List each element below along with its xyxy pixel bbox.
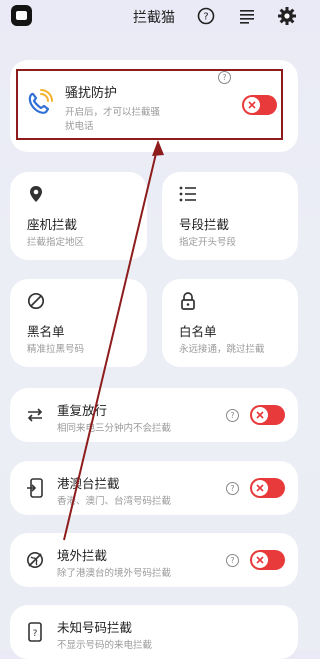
location-pin-icon (26, 184, 46, 204)
help-icon[interactable]: ? (195, 5, 217, 27)
phone-unknown-icon: ? (24, 621, 46, 643)
overseas-row[interactable]: 境外拦截 除了港澳台的境外号码拦截 ? (10, 533, 298, 587)
gear-icon[interactable] (276, 5, 298, 27)
grid-desc: 指定开头号段 (179, 237, 237, 248)
lock-icon (178, 291, 198, 311)
phone-in-icon (24, 477, 46, 499)
row-title: 未知号码拦截 (57, 620, 133, 635)
grid-desc: 永远接通，跳过拦截 (179, 344, 265, 355)
number-segment-card[interactable]: 号段拦截 指定开头号段 (162, 172, 298, 260)
grid-desc: 精准拉黑号码 (27, 344, 85, 355)
close-icon (252, 407, 268, 423)
grid-title: 座机拦截 (27, 217, 78, 232)
row-title: 港澳台拦截 (57, 476, 120, 491)
svg-text:?: ? (203, 12, 208, 23)
row-title: 重复放行 (57, 403, 108, 418)
landline-block-card[interactable]: 座机拦截 拦截指定地区 (10, 172, 147, 260)
row-desc: 香港、澳门、台湾号码拦截 (57, 496, 172, 507)
globe-off-icon (24, 549, 46, 571)
list-icon[interactable] (236, 5, 258, 27)
annotation-highlight-box (16, 69, 283, 140)
grid-title: 黑名单 (27, 324, 65, 339)
list-icon (178, 184, 198, 204)
whitelist-card[interactable]: 白名单 永远接通，跳过拦截 (162, 279, 298, 367)
repeat-icon (24, 404, 46, 426)
row-desc: 不显示号码的来电拦截 (57, 640, 153, 651)
repeat-allow-row[interactable]: 重复放行 相同来电三分钟内不会拦截 ? (10, 388, 298, 442)
unknown-number-row[interactable]: ? 未知号码拦截 不显示号码的来电拦截 (10, 605, 298, 659)
hk-macao-tw-row[interactable]: 港澳台拦截 香港、澳门、台湾号码拦截 ? (10, 461, 298, 515)
app-title: 拦截猫 (133, 10, 175, 26)
svg-text:?: ? (33, 629, 38, 639)
row-desc: 除了港澳台的境外号码拦截 (57, 568, 172, 579)
help-icon[interactable]: ? (226, 554, 239, 567)
row-title: 境外拦截 (57, 548, 108, 563)
top-bar: 拦截猫 ? (0, 0, 308, 34)
help-icon[interactable]: ? (226, 482, 239, 495)
grid-title: 号段拦截 (179, 217, 230, 232)
grid-desc: 拦截指定地区 (27, 237, 85, 248)
block-icon (26, 291, 46, 311)
hk-macao-tw-toggle[interactable] (250, 478, 285, 498)
close-icon (252, 552, 268, 568)
help-icon[interactable]: ? (226, 409, 239, 422)
row-desc: 相同来电三分钟内不会拦截 (57, 423, 172, 434)
close-icon (252, 480, 268, 496)
app-logo-icon (11, 5, 32, 26)
blacklist-card[interactable]: 黑名单 精准拉黑号码 (10, 279, 147, 367)
overseas-toggle[interactable] (250, 550, 285, 570)
grid-title: 白名单 (179, 324, 217, 339)
repeat-allow-toggle[interactable] (250, 405, 285, 425)
